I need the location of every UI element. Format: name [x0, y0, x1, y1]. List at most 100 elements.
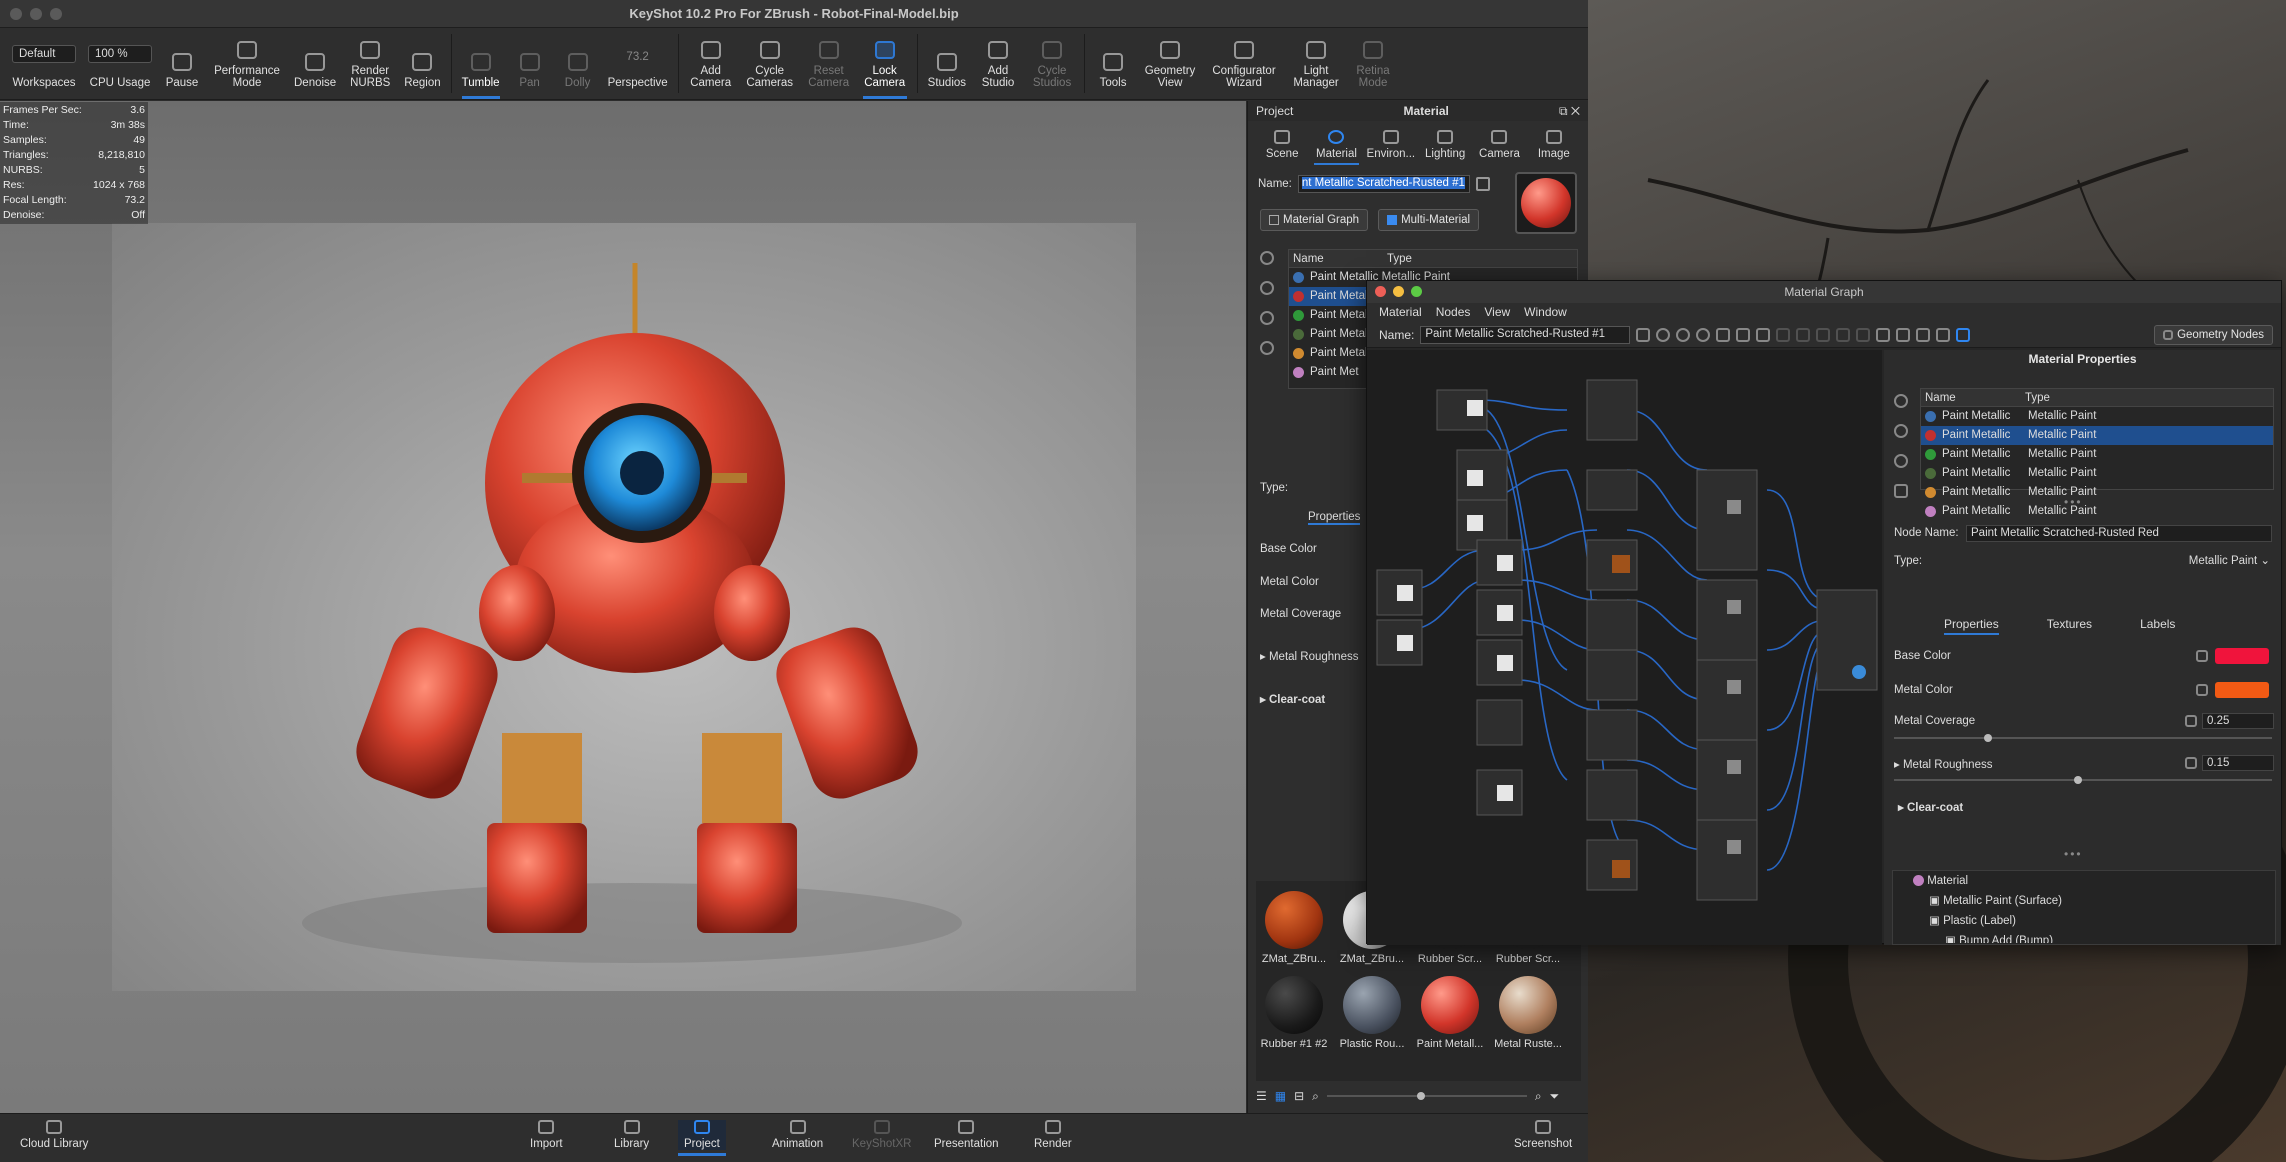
material-swatch[interactable]: Rubber #1 #2: [1256, 976, 1332, 1050]
link-icon[interactable]: [1260, 281, 1274, 295]
tab-properties[interactable]: Properties: [1944, 617, 1999, 635]
add-camera-button[interactable]: Add Camera: [683, 28, 739, 99]
node-graph-canvas[interactable]: [1367, 350, 1882, 945]
material-name-input[interactable]: nt Metallic Scratched-Rusted #1: [1297, 175, 1470, 193]
screenshot-button[interactable]: Screenshot: [1514, 1120, 1572, 1150]
retina-mode-button[interactable]: Retina Mode: [1347, 28, 1399, 99]
mp-clear-coat-toggle[interactable]: ▸ Clear-coat: [1898, 800, 1963, 814]
material-swatch[interactable]: Plastic Rou...: [1334, 976, 1410, 1050]
texture-toggle-icon[interactable]: [2185, 757, 2197, 769]
tree-view-icon[interactable]: ⊟: [1294, 1089, 1304, 1103]
studios-button[interactable]: Studios: [922, 28, 972, 99]
center-icon[interactable]: [1896, 327, 1911, 342]
delete-icon[interactable]: [1796, 327, 1811, 342]
zoom-out-icon[interactable]: ⌕: [1312, 1089, 1319, 1104]
metal-color-swatch[interactable]: [2215, 682, 2269, 698]
material-swatch[interactable]: Paint Metall...: [1412, 976, 1488, 1050]
node-name-input[interactable]: Paint Metallic Scratched-Rusted Red: [1966, 525, 2272, 542]
cloud-library-button[interactable]: Cloud Library: [20, 1120, 88, 1150]
mp-metal-roughness-toggle[interactable]: ▸ Metal Roughness: [1894, 757, 1992, 771]
project-button[interactable]: Project: [678, 1120, 726, 1156]
distribute-icon[interactable]: [1836, 327, 1851, 342]
minimap-icon[interactable]: [1936, 327, 1951, 342]
reset-camera-button[interactable]: Reset Camera: [801, 28, 857, 99]
copy-icon[interactable]: [1776, 327, 1791, 342]
material-swatch[interactable]: Metal Ruste...: [1490, 976, 1566, 1050]
pan-button[interactable]: Pan: [506, 28, 554, 99]
workspace-select[interactable]: Default: [12, 45, 76, 63]
lock-icon[interactable]: [1736, 327, 1751, 342]
menu-window[interactable]: Window: [1524, 303, 1567, 322]
texture-toggle-icon[interactable]: [2196, 684, 2208, 696]
base-color-swatch[interactable]: [2215, 648, 2269, 664]
menu-nodes[interactable]: Nodes: [1436, 303, 1471, 322]
zoom-in-icon[interactable]: ⌕: [1535, 1089, 1542, 1104]
tree-item[interactable]: ▣ Plastic (Label): [1893, 911, 2275, 931]
cpu-select[interactable]: 100 %: [88, 45, 152, 63]
render-button[interactable]: Render: [1034, 1120, 1072, 1150]
list-item[interactable]: Paint Metallic Metallic Paint: [1921, 426, 2273, 445]
unlink-icon[interactable]: [1894, 454, 1908, 468]
unlink-icon[interactable]: [1260, 311, 1274, 325]
animation-button[interactable]: Animation: [772, 1120, 823, 1150]
material-graph-button[interactable]: Material Graph: [1260, 209, 1369, 231]
denoise-button[interactable]: Denoise: [288, 28, 342, 99]
list-item[interactable]: Paint Metallic Metallic Paint: [1921, 445, 2273, 464]
align-icon[interactable]: [1816, 327, 1831, 342]
save-icon[interactable]: [1636, 327, 1651, 342]
list-item[interactable]: Paint Metallic Metallic Paint: [1921, 464, 2273, 483]
library-button[interactable]: Library: [614, 1120, 649, 1150]
metal-coverage-input[interactable]: 0.25: [2202, 713, 2274, 729]
tab-image[interactable]: Image: [1528, 121, 1580, 165]
tab-lighting[interactable]: Lighting: [1419, 121, 1471, 165]
perspective-control[interactable]: 73.2 Perspective: [602, 28, 674, 99]
mg-window-controls[interactable]: [1375, 286, 1422, 297]
region-button[interactable]: Region: [398, 28, 446, 99]
workspaces-button[interactable]: Default Workspaces: [6, 28, 82, 99]
list-item[interactable]: Paint Metallic Metallic Paint: [1921, 483, 2273, 502]
menu-view[interactable]: View: [1484, 303, 1510, 322]
render-image[interactable]: [112, 223, 1136, 991]
refresh-icon[interactable]: [1260, 251, 1274, 265]
cycle-studios-button[interactable]: Cycle Studios: [1024, 28, 1080, 99]
node-link-icon[interactable]: [1956, 327, 1971, 342]
add-studio-button[interactable]: Add Studio: [972, 28, 1024, 99]
tab-material[interactable]: Material: [1310, 121, 1362, 165]
multi-material-button[interactable]: Multi-Material: [1378, 209, 1480, 231]
keyshotxr-button[interactable]: KeyShotXR: [852, 1120, 911, 1150]
project-tab[interactable]: Project: [1256, 104, 1293, 118]
fit-icon[interactable]: [1916, 327, 1931, 342]
sliders-icon[interactable]: [1716, 327, 1731, 342]
tab-labels[interactable]: Labels: [2140, 617, 2175, 635]
pause-button[interactable]: Pause: [158, 28, 206, 99]
cpu-usage-button[interactable]: 100 % CPU Usage: [82, 28, 158, 99]
trash-icon[interactable]: [1260, 341, 1274, 355]
metal-roughness-input[interactable]: 0.15: [2202, 755, 2274, 771]
lock-camera-button[interactable]: Lock Camera: [857, 28, 913, 99]
panel-close-icon[interactable]: ⧉ ✕: [1559, 104, 1580, 119]
tab-camera[interactable]: Camera: [1473, 121, 1525, 165]
type-select[interactable]: Metallic Paint ⌄: [2134, 553, 2274, 570]
thumbnail-size-slider[interactable]: [1326, 1092, 1527, 1100]
clear-coat-toggle[interactable]: ▸ Clear-coat: [1260, 692, 1325, 706]
performance-mode-button[interactable]: Performance Mode: [206, 28, 288, 99]
refresh-icon[interactable]: [1894, 394, 1908, 408]
cycle-cameras-button[interactable]: Cycle Cameras: [739, 28, 801, 99]
warning-icon[interactable]: [1756, 327, 1771, 342]
window-controls[interactable]: [10, 8, 62, 20]
link-icon[interactable]: [1894, 424, 1908, 438]
geometry-nodes-button[interactable]: Geometry Nodes: [2154, 324, 2273, 345]
presentation-button[interactable]: Presentation: [934, 1120, 999, 1150]
tab-environment[interactable]: Environ...: [1365, 121, 1417, 165]
material-swatch[interactable]: ZMat_ZBru...: [1256, 891, 1332, 965]
configurator-wizard-button[interactable]: Configurator Wizard: [1203, 28, 1285, 99]
properties-tab[interactable]: Properties: [1308, 511, 1361, 525]
group-icon[interactable]: [1856, 327, 1871, 342]
tree-item[interactable]: ▣ Bump Add (Bump): [1893, 931, 2275, 943]
tumble-button[interactable]: Tumble: [456, 28, 506, 99]
dolly-button[interactable]: Dolly: [554, 28, 602, 99]
target-icon[interactable]: [1656, 327, 1671, 342]
fov-value[interactable]: 73.2: [626, 51, 648, 63]
grid-view-icon[interactable]: ▦: [1275, 1089, 1286, 1103]
menu-material[interactable]: Material: [1379, 303, 1422, 322]
